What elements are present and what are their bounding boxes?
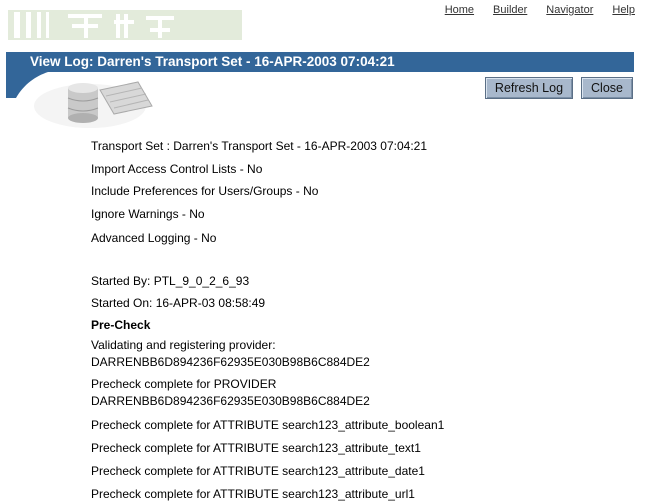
started-on-line: Started On: 16-APR-03 08:58:49: [91, 296, 266, 310]
portal-logo: [6, 4, 242, 44]
log-entry: Precheck complete for ATTRIBUTE search12…: [91, 441, 421, 455]
log-entry: Precheck complete for ATTRIBUTE search12…: [91, 487, 415, 501]
log-entry: DARRENBB6D894236F62935E030B98B6C884DE2: [91, 394, 370, 408]
nav-help-link[interactable]: Help: [612, 4, 635, 16]
toolbar: Refresh Log Close: [484, 77, 633, 99]
transport-set-line: Transport Set : Darren's Transport Set -…: [91, 139, 428, 153]
page-title: View Log: Darren's Transport Set - 16-AP…: [30, 54, 395, 69]
refresh-log-button[interactable]: Refresh Log: [484, 77, 574, 99]
section-heading: Pre-Check: [91, 318, 151, 332]
log-entry: Precheck complete for ATTRIBUTE search12…: [91, 464, 425, 478]
ignore-warnings-line: Ignore Warnings - No: [91, 207, 205, 221]
log-entry: Precheck complete for ATTRIBUTE search12…: [91, 418, 445, 432]
started-by-line: Started By: PTL_9_0_2_6_93: [91, 274, 250, 288]
nav-home-link[interactable]: Home: [445, 4, 474, 16]
top-nav: Home Builder Navigator Help: [445, 4, 635, 16]
nav-navigator-link[interactable]: Navigator: [546, 4, 593, 16]
page-title-bar: View Log: Darren's Transport Set - 16-AP…: [6, 52, 634, 72]
log-entry: DARRENBB6D894236F62935E030B98B6C884DE2: [91, 355, 370, 369]
nav-builder-link[interactable]: Builder: [493, 4, 527, 16]
close-button[interactable]: Close: [581, 77, 633, 99]
log-entry: Precheck complete for PROVIDER: [91, 377, 277, 391]
advanced-logging-line: Advanced Logging - No: [91, 231, 217, 245]
transport-database-icon: [6, 72, 153, 128]
log-entry: Validating and registering provider:: [91, 338, 276, 352]
import-acl-line: Import Access Control Lists - No: [91, 162, 263, 176]
include-prefs-line: Include Preferences for Users/Groups - N…: [91, 184, 319, 198]
